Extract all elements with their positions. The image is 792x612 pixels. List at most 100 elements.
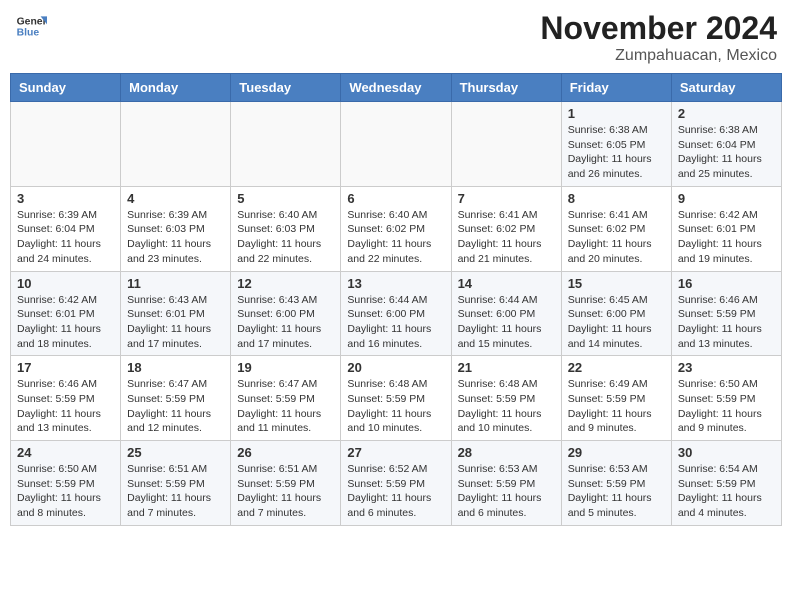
calendar-cell: 22 Sunrise: 6:49 AM Sunset: 5:59 PM Dayli… bbox=[561, 356, 671, 441]
day-number: 29 bbox=[568, 445, 665, 460]
day-info: Sunrise: 6:40 AM Sunset: 6:03 PM Dayligh… bbox=[237, 208, 334, 267]
day-number: 25 bbox=[127, 445, 224, 460]
day-number: 1 bbox=[568, 106, 665, 121]
day-number: 20 bbox=[347, 360, 444, 375]
day-info: Sunrise: 6:47 AM Sunset: 5:59 PM Dayligh… bbox=[127, 377, 224, 436]
day-info: Sunrise: 6:54 AM Sunset: 5:59 PM Dayligh… bbox=[678, 462, 775, 521]
day-number: 14 bbox=[458, 276, 555, 291]
day-info: Sunrise: 6:39 AM Sunset: 6:04 PM Dayligh… bbox=[17, 208, 114, 267]
day-number: 9 bbox=[678, 191, 775, 206]
day-info: Sunrise: 6:38 AM Sunset: 6:05 PM Dayligh… bbox=[568, 123, 665, 182]
calendar-cell: 11Sunrise: 6:43 AM Sunset: 6:01 PM Dayli… bbox=[121, 271, 231, 356]
day-info: Sunrise: 6:43 AM Sunset: 6:01 PM Dayligh… bbox=[127, 293, 224, 352]
calendar-cell: 24Sunrise: 6:50 AM Sunset: 5:59 PM Dayli… bbox=[11, 441, 121, 526]
day-info: Sunrise: 6:46 AM Sunset: 5:59 PM Dayligh… bbox=[678, 293, 775, 352]
calendar-cell: 29 Sunrise: 6:53 AM Sunset: 5:59 PM Dayli… bbox=[561, 441, 671, 526]
day-info: Sunrise: 6:49 AM Sunset: 5:59 PM Dayligh… bbox=[568, 377, 665, 436]
calendar-cell: 10 Sunrise: 6:42 AM Sunset: 6:01 PM Dayli… bbox=[11, 271, 121, 356]
calendar-cell: 13 Sunrise: 6:44 AM Sunset: 6:00 PM Dayli… bbox=[341, 271, 451, 356]
calendar-cell bbox=[121, 102, 231, 187]
day-number: 27 bbox=[347, 445, 444, 460]
calendar-cell: 18 Sunrise: 6:47 AM Sunset: 5:59 PM Dayli… bbox=[121, 356, 231, 441]
day-number: 21 bbox=[458, 360, 555, 375]
calendar-cell: 5Sunrise: 6:40 AM Sunset: 6:03 PM Daylig… bbox=[231, 186, 341, 271]
weekday-header: Tuesday bbox=[231, 74, 341, 102]
day-info: Sunrise: 6:50 AM Sunset: 5:59 PM Dayligh… bbox=[678, 377, 775, 436]
calendar-cell: 2 Sunrise: 6:38 AM Sunset: 6:04 PM Daylig… bbox=[671, 102, 781, 187]
weekday-header: Friday bbox=[561, 74, 671, 102]
day-info: Sunrise: 6:46 AM Sunset: 5:59 PM Dayligh… bbox=[17, 377, 114, 436]
calendar-cell: 1 Sunrise: 6:38 AM Sunset: 6:05 PM Daylig… bbox=[561, 102, 671, 187]
calendar-cell: 9 Sunrise: 6:42 AM Sunset: 6:01 PM Daylig… bbox=[671, 186, 781, 271]
calendar-cell: 6 Sunrise: 6:40 AM Sunset: 6:02 PM Daylig… bbox=[341, 186, 451, 271]
calendar-cell bbox=[231, 102, 341, 187]
day-info: Sunrise: 6:39 AM Sunset: 6:03 PM Dayligh… bbox=[127, 208, 224, 267]
calendar-cell: 28 Sunrise: 6:53 AM Sunset: 5:59 PM Dayli… bbox=[451, 441, 561, 526]
calendar-cell: 3 Sunrise: 6:39 AM Sunset: 6:04 PM Daylig… bbox=[11, 186, 121, 271]
weekday-header: Thursday bbox=[451, 74, 561, 102]
day-number: 30 bbox=[678, 445, 775, 460]
logo: General Blue bbox=[15, 10, 47, 42]
weekday-header: Sunday bbox=[11, 74, 121, 102]
day-number: 19 bbox=[237, 360, 334, 375]
calendar-cell bbox=[451, 102, 561, 187]
day-number: 3 bbox=[17, 191, 114, 206]
calendar-cell: 7Sunrise: 6:41 AM Sunset: 6:02 PM Daylig… bbox=[451, 186, 561, 271]
calendar-cell: 21 Sunrise: 6:48 AM Sunset: 5:59 PM Dayli… bbox=[451, 356, 561, 441]
calendar-cell: 16 Sunrise: 6:46 AM Sunset: 5:59 PM Dayli… bbox=[671, 271, 781, 356]
day-number: 17 bbox=[17, 360, 114, 375]
page-header: General Blue November 2024 Zumpahuacan, … bbox=[10, 10, 782, 65]
day-number: 24 bbox=[17, 445, 114, 460]
calendar-cell bbox=[11, 102, 121, 187]
day-info: Sunrise: 6:44 AM Sunset: 6:00 PM Dayligh… bbox=[347, 293, 444, 352]
calendar-cell: 12Sunrise: 6:43 AM Sunset: 6:00 PM Dayli… bbox=[231, 271, 341, 356]
calendar-cell: 25Sunrise: 6:51 AM Sunset: 5:59 PM Dayli… bbox=[121, 441, 231, 526]
day-info: Sunrise: 6:53 AM Sunset: 5:59 PM Dayligh… bbox=[458, 462, 555, 521]
calendar-header-row: SundayMondayTuesdayWednesdayThursdayFrid… bbox=[11, 74, 782, 102]
svg-text:Blue: Blue bbox=[17, 28, 40, 39]
logo-icon: General Blue bbox=[15, 10, 47, 42]
calendar: SundayMondayTuesdayWednesdayThursdayFrid… bbox=[10, 73, 782, 526]
day-number: 13 bbox=[347, 276, 444, 291]
day-info: Sunrise: 6:38 AM Sunset: 6:04 PM Dayligh… bbox=[678, 123, 775, 182]
calendar-week-row: 17 Sunrise: 6:46 AM Sunset: 5:59 PM Dayli… bbox=[11, 356, 782, 441]
calendar-cell: 26Sunrise: 6:51 AM Sunset: 5:59 PM Dayli… bbox=[231, 441, 341, 526]
weekday-header: Wednesday bbox=[341, 74, 451, 102]
day-number: 26 bbox=[237, 445, 334, 460]
day-info: Sunrise: 6:52 AM Sunset: 5:59 PM Dayligh… bbox=[347, 462, 444, 521]
day-number: 16 bbox=[678, 276, 775, 291]
calendar-cell: 15 Sunrise: 6:45 AM Sunset: 6:00 PM Dayli… bbox=[561, 271, 671, 356]
day-number: 10 bbox=[17, 276, 114, 291]
calendar-week-row: 3 Sunrise: 6:39 AM Sunset: 6:04 PM Daylig… bbox=[11, 186, 782, 271]
day-number: 6 bbox=[347, 191, 444, 206]
calendar-cell bbox=[341, 102, 451, 187]
calendar-cell: 8Sunrise: 6:41 AM Sunset: 6:02 PM Daylig… bbox=[561, 186, 671, 271]
day-number: 2 bbox=[678, 106, 775, 121]
day-number: 7 bbox=[458, 191, 555, 206]
day-info: Sunrise: 6:44 AM Sunset: 6:00 PM Dayligh… bbox=[458, 293, 555, 352]
calendar-cell: 4 Sunrise: 6:39 AM Sunset: 6:03 PM Daylig… bbox=[121, 186, 231, 271]
calendar-cell: 14 Sunrise: 6:44 AM Sunset: 6:00 PM Dayli… bbox=[451, 271, 561, 356]
day-info: Sunrise: 6:48 AM Sunset: 5:59 PM Dayligh… bbox=[347, 377, 444, 436]
calendar-cell: 30 Sunrise: 6:54 AM Sunset: 5:59 PM Dayli… bbox=[671, 441, 781, 526]
day-info: Sunrise: 6:40 AM Sunset: 6:02 PM Dayligh… bbox=[347, 208, 444, 267]
title-section: November 2024 Zumpahuacan, Mexico bbox=[540, 10, 777, 65]
day-number: 18 bbox=[127, 360, 224, 375]
day-info: Sunrise: 6:42 AM Sunset: 6:01 PM Dayligh… bbox=[17, 293, 114, 352]
day-info: Sunrise: 6:41 AM Sunset: 6:02 PM Dayligh… bbox=[568, 208, 665, 267]
day-info: Sunrise: 6:45 AM Sunset: 6:00 PM Dayligh… bbox=[568, 293, 665, 352]
day-info: Sunrise: 6:48 AM Sunset: 5:59 PM Dayligh… bbox=[458, 377, 555, 436]
day-number: 4 bbox=[127, 191, 224, 206]
day-info: Sunrise: 6:42 AM Sunset: 6:01 PM Dayligh… bbox=[678, 208, 775, 267]
weekday-header: Monday bbox=[121, 74, 231, 102]
calendar-week-row: 1 Sunrise: 6:38 AM Sunset: 6:05 PM Daylig… bbox=[11, 102, 782, 187]
day-info: Sunrise: 6:53 AM Sunset: 5:59 PM Dayligh… bbox=[568, 462, 665, 521]
calendar-week-row: 24Sunrise: 6:50 AM Sunset: 5:59 PM Dayli… bbox=[11, 441, 782, 526]
day-number: 15 bbox=[568, 276, 665, 291]
day-number: 22 bbox=[568, 360, 665, 375]
location-title: Zumpahuacan, Mexico bbox=[540, 47, 777, 65]
calendar-cell: 17 Sunrise: 6:46 AM Sunset: 5:59 PM Dayli… bbox=[11, 356, 121, 441]
day-info: Sunrise: 6:47 AM Sunset: 5:59 PM Dayligh… bbox=[237, 377, 334, 436]
day-number: 28 bbox=[458, 445, 555, 460]
calendar-cell: 27 Sunrise: 6:52 AM Sunset: 5:59 PM Dayli… bbox=[341, 441, 451, 526]
